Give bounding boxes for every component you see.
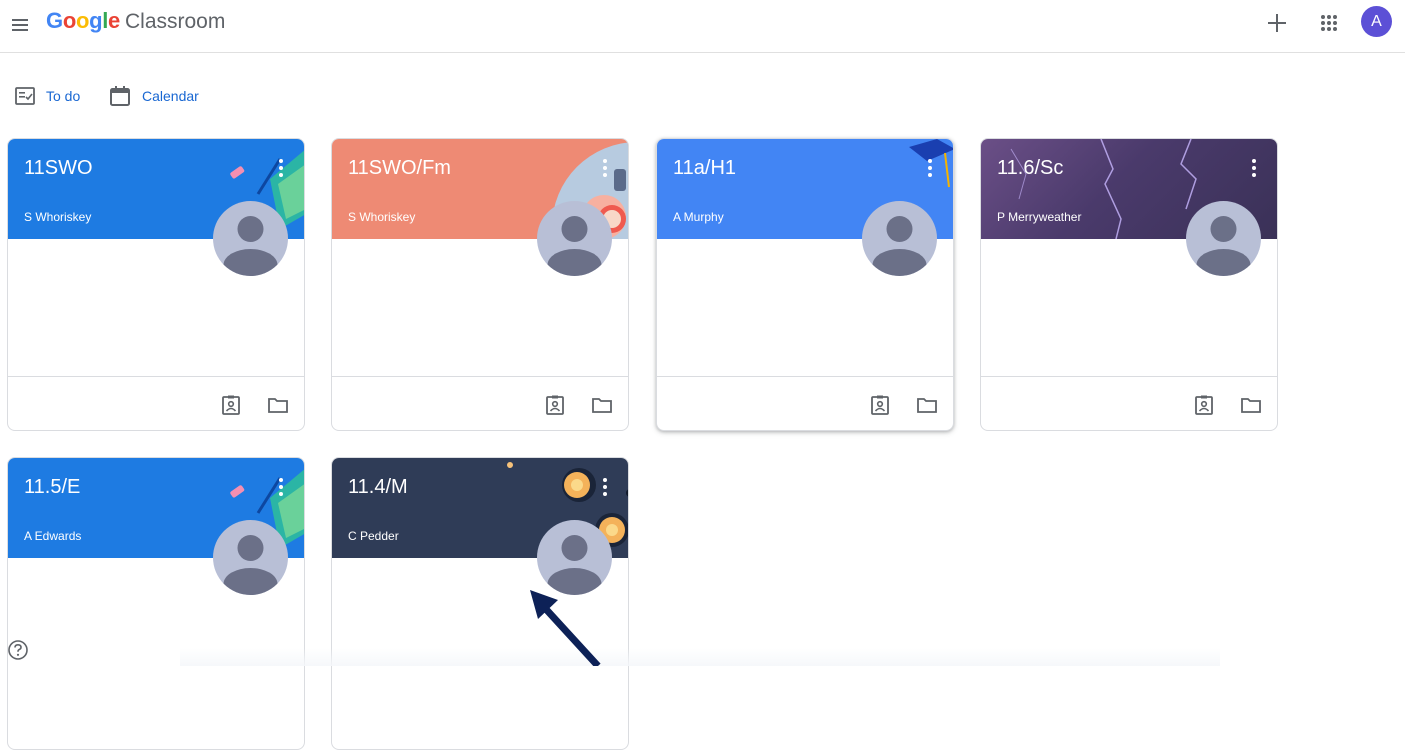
calendar-label: Calendar	[142, 88, 199, 104]
teacher-name[interactable]: S Whoriskey	[24, 210, 91, 224]
teacher-name[interactable]: C Pedder	[348, 529, 399, 543]
more-options-icon[interactable]	[278, 476, 284, 498]
account-avatar[interactable]: A	[1361, 6, 1392, 37]
calendar-icon	[110, 86, 130, 106]
class-card[interactable]: 11SWO S Whoriskey	[7, 138, 305, 431]
top-app-bar: Google Classroom A	[0, 0, 1405, 53]
teacher-avatar	[537, 201, 612, 276]
more-options-icon[interactable]	[602, 157, 608, 179]
calendar-link[interactable]: Calendar	[108, 84, 199, 108]
class-title[interactable]: 11SWO	[24, 157, 93, 180]
todo-icon	[15, 87, 35, 105]
class-title[interactable]: 11SWO/Fm	[348, 157, 451, 180]
folder-icon[interactable]	[591, 394, 613, 416]
bottom-fade	[180, 648, 1220, 666]
more-options-icon[interactable]	[278, 157, 284, 179]
card-footer	[657, 376, 953, 430]
todo-link[interactable]: To do	[14, 84, 80, 108]
class-title[interactable]: 11.6/Sc	[997, 157, 1063, 180]
class-card[interactable]: 11SWO/Fm S Whoriskey	[331, 138, 629, 431]
class-title[interactable]: 11.4/M	[348, 476, 408, 499]
class-title[interactable]: 11.5/E	[24, 476, 80, 499]
class-card[interactable]: 11.6/Sc P Merryweather	[980, 138, 1278, 431]
card-footer	[8, 376, 304, 430]
folder-icon[interactable]	[916, 394, 938, 416]
product-name: Classroom	[124, 10, 226, 33]
teacher-name[interactable]: P Merryweather	[997, 210, 1081, 224]
more-options-icon[interactable]	[602, 476, 608, 498]
teacher-name[interactable]: A Edwards	[24, 529, 81, 543]
card-footer	[332, 376, 628, 430]
teacher-avatar	[1186, 201, 1261, 276]
teacher-name[interactable]: A Murphy	[673, 210, 724, 224]
google-classroom-logo[interactable]: Google Classroom	[46, 8, 225, 35]
folder-icon[interactable]	[1240, 394, 1262, 416]
class-title[interactable]: 11a/H1	[673, 157, 736, 180]
teacher-avatar	[213, 201, 288, 276]
teacher-name[interactable]: S Whoriskey	[348, 210, 415, 224]
teacher-avatar	[537, 520, 612, 595]
more-options-icon[interactable]	[1251, 157, 1257, 179]
assignments-icon[interactable]	[869, 394, 891, 416]
more-options-icon[interactable]	[927, 157, 933, 179]
google-wordmark: Google	[46, 8, 120, 33]
assignments-icon[interactable]	[220, 394, 242, 416]
annotation-arrow-icon	[530, 590, 601, 666]
class-card[interactable]: 11a/H1 A Murphy	[656, 138, 954, 431]
folder-icon[interactable]	[267, 394, 289, 416]
assignments-icon[interactable]	[544, 394, 566, 416]
hamburger-menu-icon[interactable]	[8, 13, 32, 37]
todo-label: To do	[46, 88, 81, 104]
teacher-avatar	[862, 201, 937, 276]
teacher-avatar	[213, 520, 288, 595]
plus-icon[interactable]	[1264, 10, 1290, 36]
card-footer	[981, 376, 1277, 430]
class-card[interactable]: 11.5/E A Edwards	[7, 457, 305, 750]
help-icon[interactable]	[7, 639, 29, 661]
assignments-icon[interactable]	[1193, 394, 1215, 416]
google-apps-icon[interactable]	[1316, 10, 1342, 36]
